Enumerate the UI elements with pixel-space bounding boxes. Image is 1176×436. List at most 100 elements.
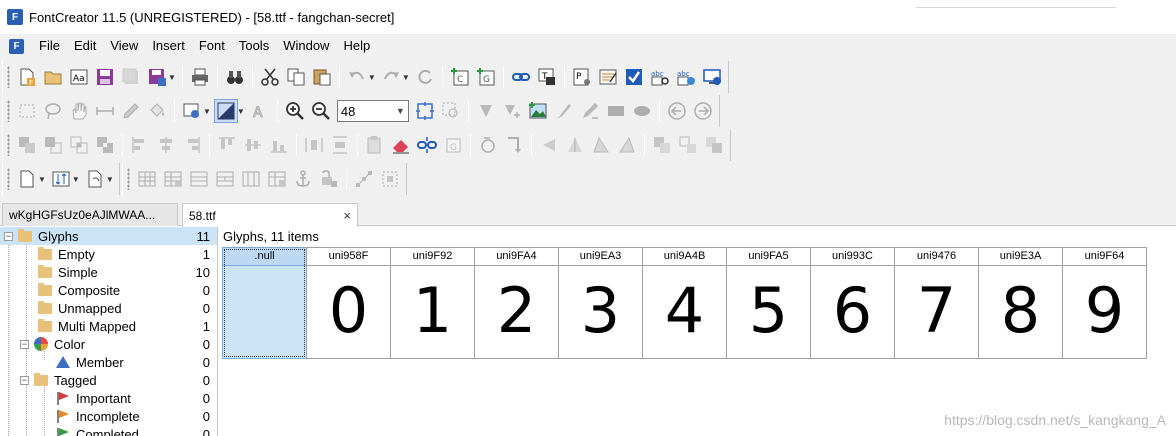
toolbar-grip[interactable] bbox=[7, 168, 10, 190]
tree-item-multi-mapped[interactable]: Multi Mapped 1 bbox=[38, 317, 217, 335]
font-overview-icon[interactable] bbox=[596, 65, 620, 89]
bounding-box-icon[interactable] bbox=[378, 167, 402, 191]
tree-item-important[interactable]: Important 0 bbox=[56, 389, 217, 407]
ellipse-tool-icon[interactable] bbox=[630, 99, 654, 123]
cut-icon[interactable] bbox=[258, 65, 282, 89]
slant-icon[interactable] bbox=[615, 133, 639, 157]
eraser-icon[interactable] bbox=[389, 133, 413, 157]
align-bottom-icon[interactable] bbox=[267, 133, 291, 157]
fit-to-window-icon[interactable] bbox=[413, 99, 437, 123]
lock-anchor-icon[interactable] bbox=[317, 167, 341, 191]
open-font-icon[interactable]: Aa bbox=[67, 65, 91, 89]
undo-icon[interactable] bbox=[345, 65, 369, 89]
tree-item-member[interactable]: Member 0 bbox=[56, 353, 217, 371]
skew-icon[interactable] bbox=[589, 133, 613, 157]
close-icon[interactable]: × bbox=[343, 208, 351, 223]
tree-item-unmapped[interactable]: Unmapped 0 bbox=[38, 299, 217, 317]
tab-woff-font[interactable]: wKgHGFsUz0eAJlMWAA... bbox=[2, 203, 178, 226]
glyph-cell[interactable]: uni9F92 1 bbox=[390, 247, 475, 359]
measure-icon[interactable] bbox=[93, 99, 117, 123]
glyph-cell[interactable]: uni9EA3 3 bbox=[558, 247, 643, 359]
install-font-icon[interactable] bbox=[700, 65, 724, 89]
save-all-icon[interactable] bbox=[119, 65, 143, 89]
zoom-out-icon[interactable] bbox=[309, 99, 333, 123]
grid-edit-icon[interactable] bbox=[161, 167, 185, 191]
glyph-cell[interactable]: uni9FA4 2 bbox=[474, 247, 559, 359]
grid-lock-icon[interactable] bbox=[265, 167, 289, 191]
toolbar-grip[interactable] bbox=[7, 100, 10, 122]
grid-columns-icon[interactable] bbox=[239, 167, 263, 191]
hand-icon[interactable] bbox=[67, 99, 91, 123]
add-composite-glyph-icon[interactable]: C bbox=[448, 65, 472, 89]
collapse-icon[interactable]: − bbox=[20, 375, 29, 385]
grid-table-icon[interactable] bbox=[135, 167, 159, 191]
rectangle-tool-icon[interactable] bbox=[604, 99, 628, 123]
previous-glyph-icon[interactable] bbox=[665, 99, 689, 123]
new-font-icon[interactable]: F bbox=[15, 65, 39, 89]
distribute-vertical-icon[interactable] bbox=[328, 133, 352, 157]
ungroup-icon[interactable] bbox=[676, 133, 700, 157]
repeat-icon[interactable] bbox=[413, 65, 437, 89]
save-dropdown-icon[interactable]: ▼ bbox=[168, 73, 176, 82]
insert-image-icon[interactable] bbox=[526, 99, 550, 123]
rotate-icon[interactable] bbox=[476, 133, 500, 157]
anchor-icon[interactable] bbox=[291, 167, 315, 191]
redo-dropdown-icon[interactable]: ▼ bbox=[402, 73, 410, 82]
sort-icon[interactable] bbox=[49, 167, 73, 191]
toolbar-grip[interactable] bbox=[7, 134, 10, 156]
print-icon[interactable] bbox=[188, 65, 212, 89]
glyph-filter-dropdown-icon[interactable]: ▼ bbox=[106, 175, 114, 184]
menu-file[interactable]: File bbox=[32, 34, 67, 58]
menu-help[interactable]: Help bbox=[336, 34, 377, 58]
display-mode-icon[interactable] bbox=[213, 99, 238, 123]
align-right-icon[interactable] bbox=[180, 133, 204, 157]
font-properties-icon[interactable]: P bbox=[570, 65, 594, 89]
arrange-icon[interactable] bbox=[702, 133, 726, 157]
system-menu-icon[interactable]: F bbox=[9, 38, 24, 54]
exclude-icon[interactable] bbox=[93, 133, 117, 157]
flip-left-icon[interactable] bbox=[537, 133, 561, 157]
select-rectangle-icon[interactable] bbox=[15, 99, 39, 123]
sort-dropdown-icon[interactable]: ▼ bbox=[72, 175, 80, 184]
outline-style-icon[interactable]: A bbox=[248, 99, 272, 123]
spell-check-icon[interactable]: abc bbox=[648, 65, 672, 89]
grid-merge-icon[interactable] bbox=[213, 167, 237, 191]
save-icon[interactable] bbox=[93, 65, 117, 89]
tab-58-ttf[interactable]: 58.ttf × bbox=[182, 203, 358, 227]
copy-icon[interactable] bbox=[284, 65, 308, 89]
distribute-horizontal-icon[interactable] bbox=[302, 133, 326, 157]
zoom-level-select[interactable]: 48 ▼ bbox=[336, 100, 409, 122]
display-mode-dropdown-icon[interactable]: ▼ bbox=[237, 107, 245, 116]
collapse-icon[interactable]: − bbox=[4, 231, 13, 241]
glyph-cell[interactable]: uni9476 7 bbox=[894, 247, 979, 359]
glyph-cell[interactable]: uni9F64 9 bbox=[1062, 247, 1147, 359]
zoom-to-selection-icon[interactable] bbox=[439, 99, 463, 123]
glyph-cell[interactable]: uni9A4B 4 bbox=[642, 247, 727, 359]
mirror-icon[interactable] bbox=[563, 133, 587, 157]
menu-font[interactable]: Font bbox=[192, 34, 232, 58]
intersect-icon[interactable] bbox=[67, 133, 91, 157]
new-page-dropdown-icon[interactable]: ▼ bbox=[38, 175, 46, 184]
pen-icon[interactable] bbox=[578, 99, 602, 123]
menu-window[interactable]: Window bbox=[276, 34, 336, 58]
zoom-in-icon[interactable] bbox=[283, 99, 307, 123]
chevron-down-icon[interactable]: ▼ bbox=[396, 106, 405, 116]
align-center-icon[interactable] bbox=[154, 133, 178, 157]
align-middle-icon[interactable] bbox=[241, 133, 265, 157]
validate-icon[interactable] bbox=[622, 65, 646, 89]
collapse-icon[interactable]: − bbox=[20, 339, 29, 349]
glyph-cell[interactable]: uni993C 6 bbox=[810, 247, 895, 359]
glyph-filter-icon[interactable] bbox=[83, 167, 107, 191]
link-icon[interactable] bbox=[509, 65, 533, 89]
tree-item-simple[interactable]: Simple 10 bbox=[38, 263, 217, 281]
image-preview-icon[interactable] bbox=[180, 99, 204, 123]
glyph-cell[interactable]: uni9E3A 8 bbox=[978, 247, 1063, 359]
menu-edit[interactable]: Edit bbox=[67, 34, 103, 58]
next-glyph-icon[interactable] bbox=[691, 99, 715, 123]
add-glyph-icon[interactable]: G bbox=[474, 65, 498, 89]
tree-item-glyphs[interactable]: − Glyphs 11 bbox=[0, 227, 217, 245]
tree-item-composite[interactable]: Composite 0 bbox=[38, 281, 217, 299]
add-point-icon[interactable] bbox=[474, 99, 498, 123]
test-font-icon[interactable]: T bbox=[535, 65, 559, 89]
correct-direction-icon[interactable] bbox=[502, 133, 526, 157]
